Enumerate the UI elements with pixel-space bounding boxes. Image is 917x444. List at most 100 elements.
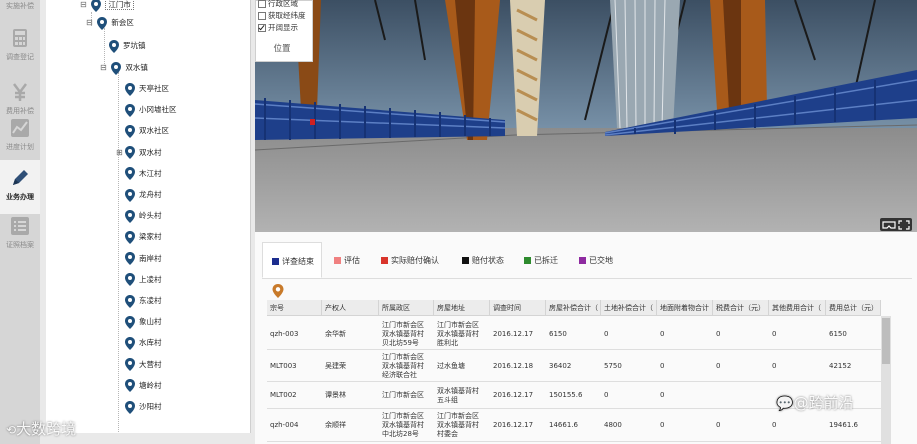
checkbox-checked-icon[interactable]	[258, 24, 266, 32]
tree-node-label: 梁家村	[139, 232, 162, 242]
tree-node-label: 南岸村	[139, 253, 162, 263]
column-header[interactable]: 产权人	[322, 300, 379, 316]
tree-node-district[interactable]: ⊟ 新会区	[86, 14, 134, 32]
tree-node-village[interactable]: 木江村	[125, 165, 162, 183]
table-scrollbar-thumb[interactable]	[882, 318, 890, 364]
tree-node-village[interactable]: 南岸村	[125, 250, 162, 268]
column-header[interactable]: 所属政区	[379, 300, 434, 316]
table-cell: 余顺祥	[325, 421, 346, 429]
map-pin-icon	[125, 230, 135, 244]
3d-scene-viewport[interactable]	[255, 0, 917, 232]
tree-node-village[interactable]: 水库村	[125, 334, 162, 352]
column-header[interactable]: 房屋补偿合计（	[546, 300, 601, 316]
map-pin-icon	[125, 188, 135, 202]
table-cell: 谭景林	[325, 391, 346, 399]
column-header[interactable]: 其他费用合计（	[769, 300, 826, 316]
table-cell: 4800	[604, 421, 622, 429]
table-cell: MLT003	[270, 361, 297, 370]
tree-node-village[interactable]: 大营村	[125, 356, 162, 374]
tree-node-village[interactable]: 上凌村	[125, 271, 162, 289]
fullscreen-icon[interactable]	[898, 219, 910, 230]
table-cell: 过水鱼塘	[437, 361, 465, 370]
table-cell: 6150	[549, 329, 567, 338]
checkbox-icon[interactable]	[258, 12, 266, 20]
sidebar-item-label: 调查登记	[6, 53, 34, 61]
tree-node-root[interactable]: ⊟ 江门市	[80, 0, 134, 14]
tree-node-label: 水库村	[139, 338, 162, 348]
column-header[interactable]: 费用总计（元）	[826, 300, 881, 316]
tree-node-village[interactable]: 梁家村	[125, 228, 162, 246]
table-cell: 0	[716, 421, 721, 429]
sidebar-item-business[interactable]: 业务办理	[0, 160, 40, 214]
tab-assessment[interactable]: 评估	[334, 242, 360, 278]
tab-actual-payment-confirm[interactable]: 实际赔付确认	[381, 242, 439, 278]
position-button[interactable]: 位置	[260, 41, 304, 57]
locate-icon[interactable]	[272, 284, 284, 298]
sidebar-item-archive[interactable]: 证照档案	[0, 208, 40, 262]
sidebar-item-survey[interactable]: 实施补偿	[0, 0, 40, 20]
table-cell: 2016.12.17	[493, 329, 534, 338]
legend-swatch	[462, 257, 469, 264]
table-cell: qzh-004	[270, 421, 299, 429]
watermark-logo-right: 💬@跨前沿	[776, 392, 853, 413]
table-cell: 江门市新会区 双水镇基背村 中北坊28号	[382, 412, 424, 438]
tree-node-village[interactable]: 塘岭村	[125, 377, 162, 395]
column-header[interactable]: 宗号	[267, 300, 322, 316]
tab-land-handed-over[interactable]: 已交地	[579, 242, 613, 278]
tree-node-label: 天亭社区	[139, 84, 169, 93]
vr-goggles-icon[interactable]	[882, 220, 896, 230]
map-pin-icon	[125, 146, 135, 160]
tree-node-village[interactable]: 沙阳村	[125, 398, 162, 416]
table-cell: 42152	[829, 361, 852, 370]
collapse-icon[interactable]: ⊟	[86, 14, 93, 32]
tree-node-label: 双水社区	[139, 126, 169, 136]
tree-node-label: 木江村	[139, 168, 162, 178]
map-pin-icon	[125, 273, 135, 287]
layer-toggle-display[interactable]: 开阔显示	[256, 22, 312, 34]
layer-label: 开阔显示	[268, 23, 298, 32]
map-pin-icon	[125, 379, 135, 393]
layer-label: 行政区域	[268, 0, 298, 8]
column-header[interactable]: 地面附着物合计	[657, 300, 713, 316]
checkbox-icon[interactable]	[258, 0, 266, 8]
tree-node-village[interactable]: 双水社区	[125, 122, 169, 140]
column-header[interactable]: 调查时间	[490, 300, 546, 316]
tree-node-town[interactable]: 罗坑镇	[109, 37, 146, 55]
tree-node-label: 罗坑镇	[123, 41, 146, 50]
tab-label: 详查结束	[282, 257, 314, 266]
sidebar-item-label: 证照档案	[6, 241, 34, 249]
list-icon	[11, 217, 29, 235]
tree-node-label: 双水村	[139, 147, 162, 157]
vr-fullscreen-controls	[880, 218, 912, 231]
sidebar-item-registration[interactable]: 调查登记	[0, 20, 40, 74]
tree-node-village[interactable]: 龙舟村	[125, 186, 162, 204]
tab-survey-complete[interactable]: 详查结束	[262, 242, 322, 278]
tab-demolished[interactable]: 已拆迁	[524, 242, 558, 278]
pencil-icon	[13, 170, 28, 185]
column-header[interactable]: 税费合计（元）	[713, 300, 769, 316]
collapse-icon[interactable]: ⊟	[100, 59, 107, 77]
tree-node-village[interactable]: 东凌村	[125, 292, 162, 310]
layer-toggle-coords[interactable]: 获取经纬度	[256, 10, 312, 22]
tree-node-village[interactable]: 象山村	[125, 313, 162, 331]
legend-swatch	[524, 257, 531, 264]
expand-icon[interactable]: ⊞	[116, 144, 123, 162]
collapse-icon[interactable]: ⊟	[80, 0, 87, 14]
tree-node-village[interactable]: 天亭社区	[125, 80, 169, 98]
layer-toggle-admin[interactable]: 行政区域	[256, 0, 312, 10]
column-header[interactable]: 土地补偿合计（	[601, 300, 657, 316]
tree-node-village[interactable]: 小冈墟社区	[125, 101, 177, 119]
table-cell: 0	[660, 329, 665, 338]
column-header[interactable]: 房屋地址	[434, 300, 490, 316]
tree-node-label: 塘岭村	[139, 380, 162, 390]
tree-node-village[interactable]: 岭头村	[125, 207, 162, 225]
tab-payment-status[interactable]: 赔付状态	[462, 242, 504, 278]
sidebar-item-schedule[interactable]: 进度计划	[0, 110, 40, 164]
tree-node-village[interactable]: ⊞ 双水村	[116, 144, 162, 162]
map-pin-icon	[125, 336, 135, 350]
calculator-icon	[13, 29, 27, 47]
row-divider	[267, 441, 881, 442]
map-pin-icon	[125, 315, 135, 329]
table-cell: MLT002	[270, 391, 297, 399]
tree-node-town[interactable]: ⊟ 双水镇	[100, 59, 148, 77]
